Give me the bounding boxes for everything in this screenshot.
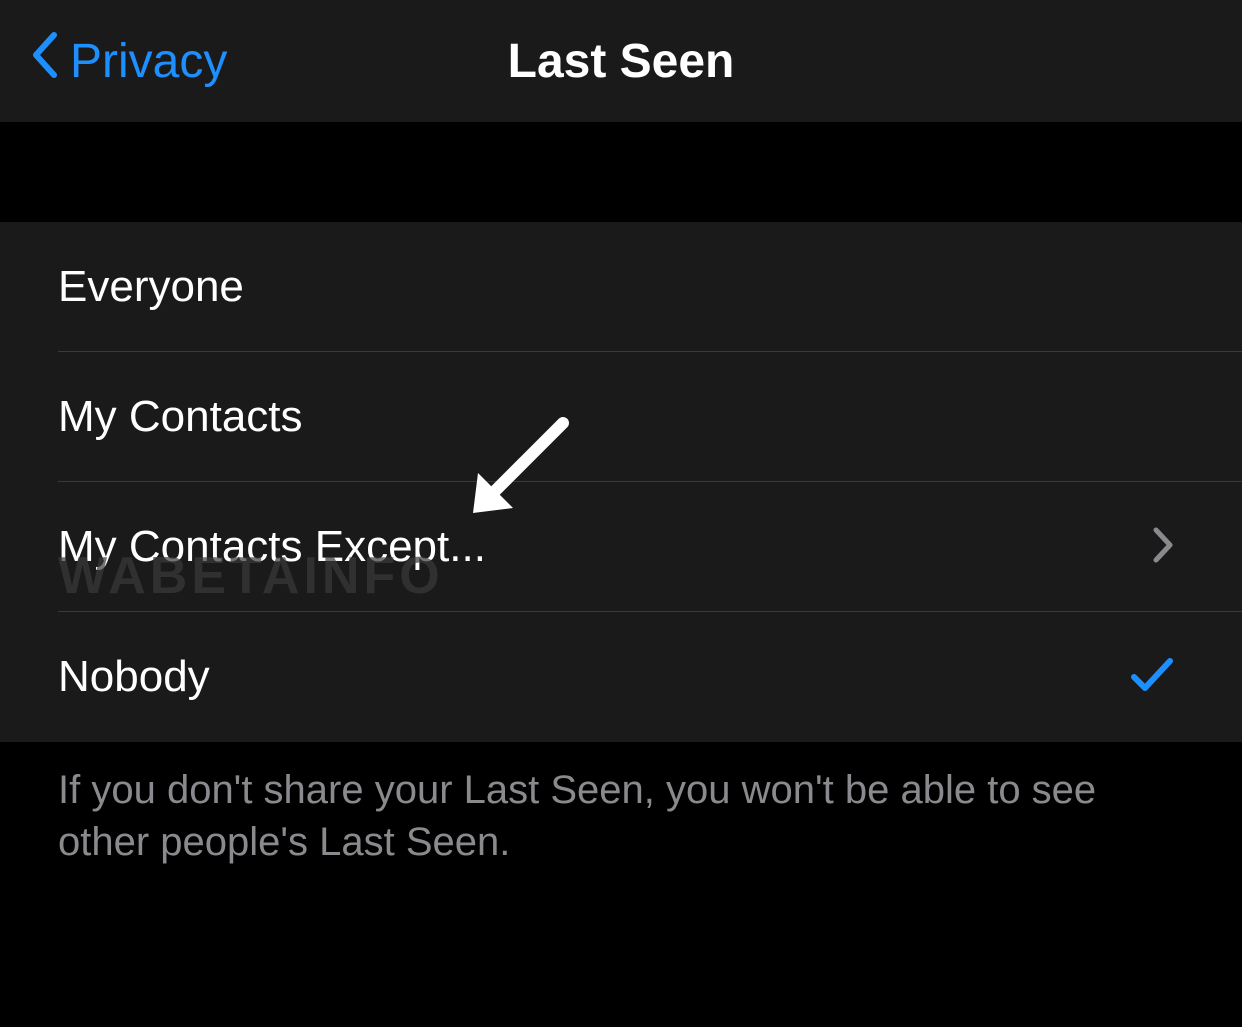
back-label: Privacy <box>70 34 227 89</box>
option-nobody[interactable]: Nobody <box>0 612 1242 742</box>
option-label: Everyone <box>58 262 1184 312</box>
option-label: Nobody <box>58 652 1130 702</box>
back-button[interactable]: Privacy <box>0 31 227 91</box>
option-label: My Contacts Except... <box>58 522 1152 572</box>
checkmark-icon <box>1130 655 1174 700</box>
footer-description: If you don't share your Last Seen, you w… <box>0 742 1242 890</box>
option-my-contacts[interactable]: My Contacts <box>0 352 1242 482</box>
navigation-bar: Privacy Last Seen <box>0 0 1242 122</box>
option-label: My Contacts <box>58 392 1184 442</box>
options-list: Everyone My Contacts My Contacts Except.… <box>0 222 1242 742</box>
page-title: Last Seen <box>508 34 735 89</box>
option-everyone[interactable]: Everyone <box>0 222 1242 352</box>
content-spacer <box>0 122 1242 222</box>
chevron-right-icon <box>1152 526 1174 569</box>
chevron-left-icon <box>30 31 58 91</box>
option-my-contacts-except[interactable]: My Contacts Except... <box>0 482 1242 612</box>
